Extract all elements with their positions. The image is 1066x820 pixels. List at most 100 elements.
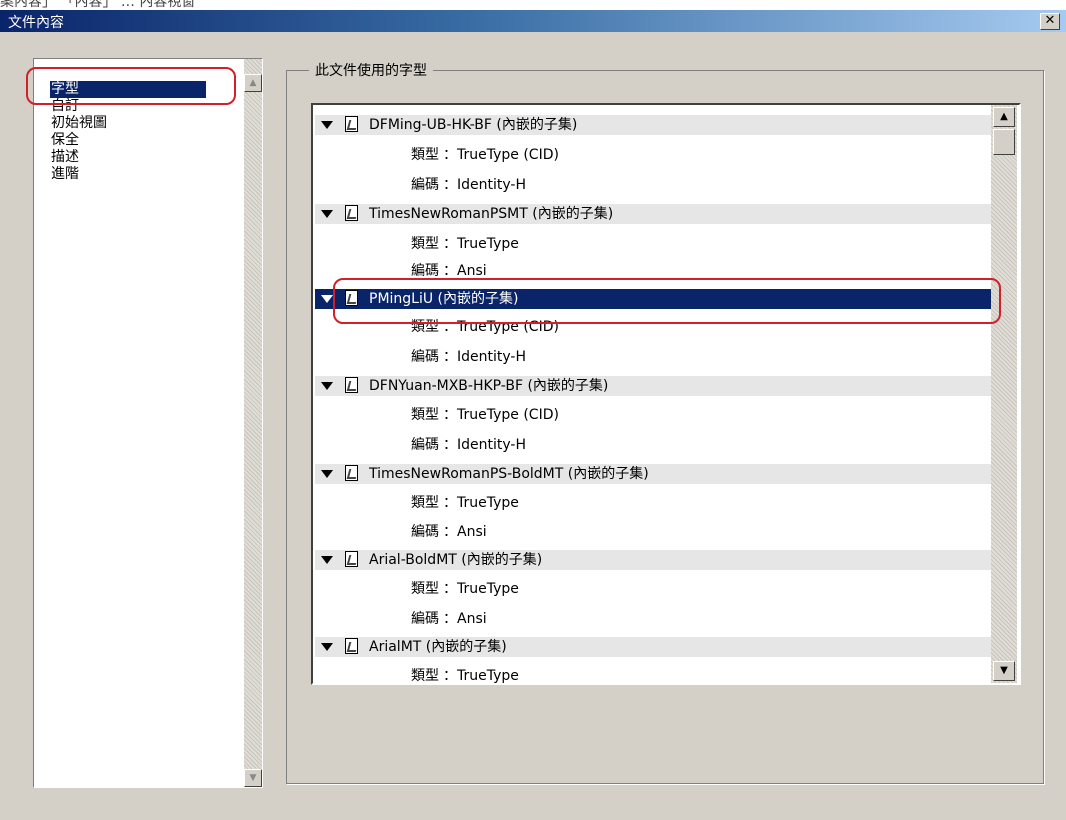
colon: ： bbox=[443, 177, 457, 193]
font-file-icon bbox=[345, 638, 358, 654]
colon: ： bbox=[443, 611, 457, 627]
category-item-fonts[interactable]: 字型 bbox=[50, 81, 206, 98]
encoding-value: Identity-H bbox=[457, 437, 526, 453]
title-bar: 文件內容 ✕ bbox=[0, 10, 1066, 32]
font-type-row: 類型 ： TrueType (CID) bbox=[315, 145, 991, 165]
encoding-label: 編碼 bbox=[411, 611, 439, 627]
type-value: TrueType bbox=[457, 581, 519, 597]
triangle-down-icon[interactable] bbox=[321, 121, 333, 129]
caption-fragment: 案內容」 「內容」 … 內容視窗 bbox=[0, 0, 196, 10]
type-value: TrueType bbox=[457, 236, 519, 252]
font-row[interactable]: TimesNewRomanPSMT (內嵌的子集) bbox=[315, 204, 991, 224]
font-name: Arial-BoldMT (內嵌的子集) bbox=[369, 552, 543, 568]
scroll-down-arrow-icon[interactable]: ▼ bbox=[993, 661, 1015, 681]
font-name: TimesNewRomanPSMT (內嵌的子集) bbox=[369, 206, 614, 222]
type-value: TrueType (CID) bbox=[457, 407, 559, 423]
font-type-row: 類型 ： TrueType bbox=[315, 493, 991, 513]
type-label: 類型 bbox=[411, 236, 439, 252]
type-label: 類型 bbox=[411, 407, 439, 423]
font-file-icon bbox=[345, 465, 358, 481]
font-row[interactable]: TimesNewRomanPS-BoldMT (內嵌的子集) bbox=[315, 464, 991, 484]
scroll-down-arrow-icon[interactable]: ▼ bbox=[244, 769, 262, 787]
colon: ： bbox=[443, 407, 457, 423]
triangle-down-icon[interactable] bbox=[321, 556, 333, 564]
category-item-security[interactable]: 保全 bbox=[50, 132, 206, 149]
category-item-initial-view[interactable]: 初始視圖 bbox=[50, 115, 206, 132]
close-icon: ✕ bbox=[1044, 13, 1056, 28]
triangle-down-icon[interactable] bbox=[321, 382, 333, 390]
font-name: DFNYuan-MXB-HKP-BF (內嵌的子集) bbox=[369, 378, 609, 394]
font-file-icon bbox=[345, 551, 358, 567]
encoding-value: Ansi bbox=[457, 524, 487, 540]
colon: ： bbox=[443, 263, 457, 279]
font-encoding-row: 編碼 ： Identity-H bbox=[315, 347, 991, 367]
colon: ： bbox=[443, 147, 457, 163]
colon: ： bbox=[443, 349, 457, 365]
font-file-icon bbox=[345, 290, 358, 306]
font-type-row: 類型 ： TrueType bbox=[315, 234, 991, 254]
font-file-icon bbox=[345, 377, 358, 393]
font-list[interactable]: DFMing-UB-HK-BF (內嵌的子集) 類型 ： TrueType (C… bbox=[311, 103, 1021, 685]
encoding-value: Identity-H bbox=[457, 349, 526, 365]
fonts-group-label: 此文件使用的字型 bbox=[309, 60, 433, 80]
font-type-row: 類型 ： TrueType bbox=[315, 579, 991, 599]
font-type-row: 類型 ： TrueType (CID) bbox=[315, 317, 991, 337]
encoding-value: Ansi bbox=[457, 263, 487, 279]
font-encoding-row: 編碼 ： Identity-H bbox=[315, 175, 991, 195]
encoding-label: 編碼 bbox=[411, 437, 439, 453]
colon: ： bbox=[443, 495, 457, 511]
encoding-value: Identity-H bbox=[457, 177, 526, 193]
colon: ： bbox=[443, 581, 457, 597]
encoding-label: 編碼 bbox=[411, 177, 439, 193]
font-encoding-row: 編碼 ： Identity-H bbox=[315, 435, 991, 455]
font-file-icon bbox=[345, 116, 358, 132]
encoding-value: Ansi bbox=[457, 611, 487, 627]
font-name: ArialMT (內嵌的子集) bbox=[369, 639, 507, 655]
type-label: 類型 bbox=[411, 581, 439, 597]
font-row[interactable]: ArialMT (內嵌的子集) bbox=[315, 637, 991, 657]
font-row[interactable]: DFNYuan-MXB-HKP-BF (內嵌的子集) bbox=[315, 376, 991, 396]
encoding-label: 編碼 bbox=[411, 263, 439, 279]
close-button[interactable]: ✕ bbox=[1040, 13, 1060, 30]
type-label: 類型 bbox=[411, 147, 439, 163]
triangle-down-icon[interactable] bbox=[321, 643, 333, 651]
scrollbar-thumb[interactable] bbox=[993, 129, 1015, 155]
colon: ： bbox=[443, 319, 457, 335]
triangle-down-icon[interactable] bbox=[321, 210, 333, 218]
triangle-down-icon[interactable] bbox=[321, 295, 333, 303]
colon: ： bbox=[443, 524, 457, 540]
colon: ： bbox=[443, 437, 457, 453]
type-value: TrueType (CID) bbox=[457, 319, 559, 335]
font-row[interactable]: DFMing-UB-HK-BF (內嵌的子集) bbox=[315, 115, 991, 135]
font-row-selected[interactable]: PMingLiU (內嵌的子集) bbox=[315, 289, 991, 309]
font-name: TimesNewRomanPS-BoldMT (內嵌的子集) bbox=[369, 466, 649, 482]
font-name: PMingLiU (內嵌的子集) bbox=[369, 291, 519, 307]
category-list[interactable]: 字型 自訂 初始視圖 保全 描述 進階 ▲ ▼ bbox=[33, 58, 263, 788]
category-scrollbar[interactable]: ▲ ▼ bbox=[244, 59, 262, 787]
caption-strip: 案內容」 「內容」 … 內容視窗 bbox=[0, 0, 1066, 10]
scroll-up-arrow-icon[interactable]: ▲ bbox=[244, 74, 262, 92]
type-label: 類型 bbox=[411, 319, 439, 335]
scroll-up-arrow-icon[interactable]: ▲ bbox=[993, 107, 1015, 127]
font-encoding-row: 編碼 ： Ansi bbox=[315, 609, 991, 629]
type-label: 類型 bbox=[411, 668, 439, 684]
category-item-custom[interactable]: 自訂 bbox=[50, 98, 206, 115]
font-encoding-row: 編碼 ： Ansi bbox=[315, 261, 991, 281]
encoding-label: 編碼 bbox=[411, 349, 439, 365]
font-list-scrollbar[interactable]: ▲ ▼ bbox=[991, 105, 1017, 683]
type-value: TrueType (CID) bbox=[457, 147, 559, 163]
category-item-advanced[interactable]: 進階 bbox=[50, 166, 206, 183]
colon: ： bbox=[443, 236, 457, 252]
font-row[interactable]: Arial-BoldMT (內嵌的子集) bbox=[315, 550, 991, 570]
font-name: DFMing-UB-HK-BF (內嵌的子集) bbox=[369, 117, 578, 133]
font-type-row: 類型 ： TrueType (CID) bbox=[315, 405, 991, 425]
triangle-down-icon[interactable] bbox=[321, 470, 333, 478]
type-value: TrueType bbox=[457, 668, 519, 684]
encoding-label: 編碼 bbox=[411, 524, 439, 540]
type-value: TrueType bbox=[457, 495, 519, 511]
colon: ： bbox=[443, 668, 457, 684]
type-label: 類型 bbox=[411, 495, 439, 511]
font-file-icon bbox=[345, 205, 358, 221]
window-title: 文件內容 bbox=[8, 15, 64, 31]
category-item-description[interactable]: 描述 bbox=[50, 149, 206, 166]
